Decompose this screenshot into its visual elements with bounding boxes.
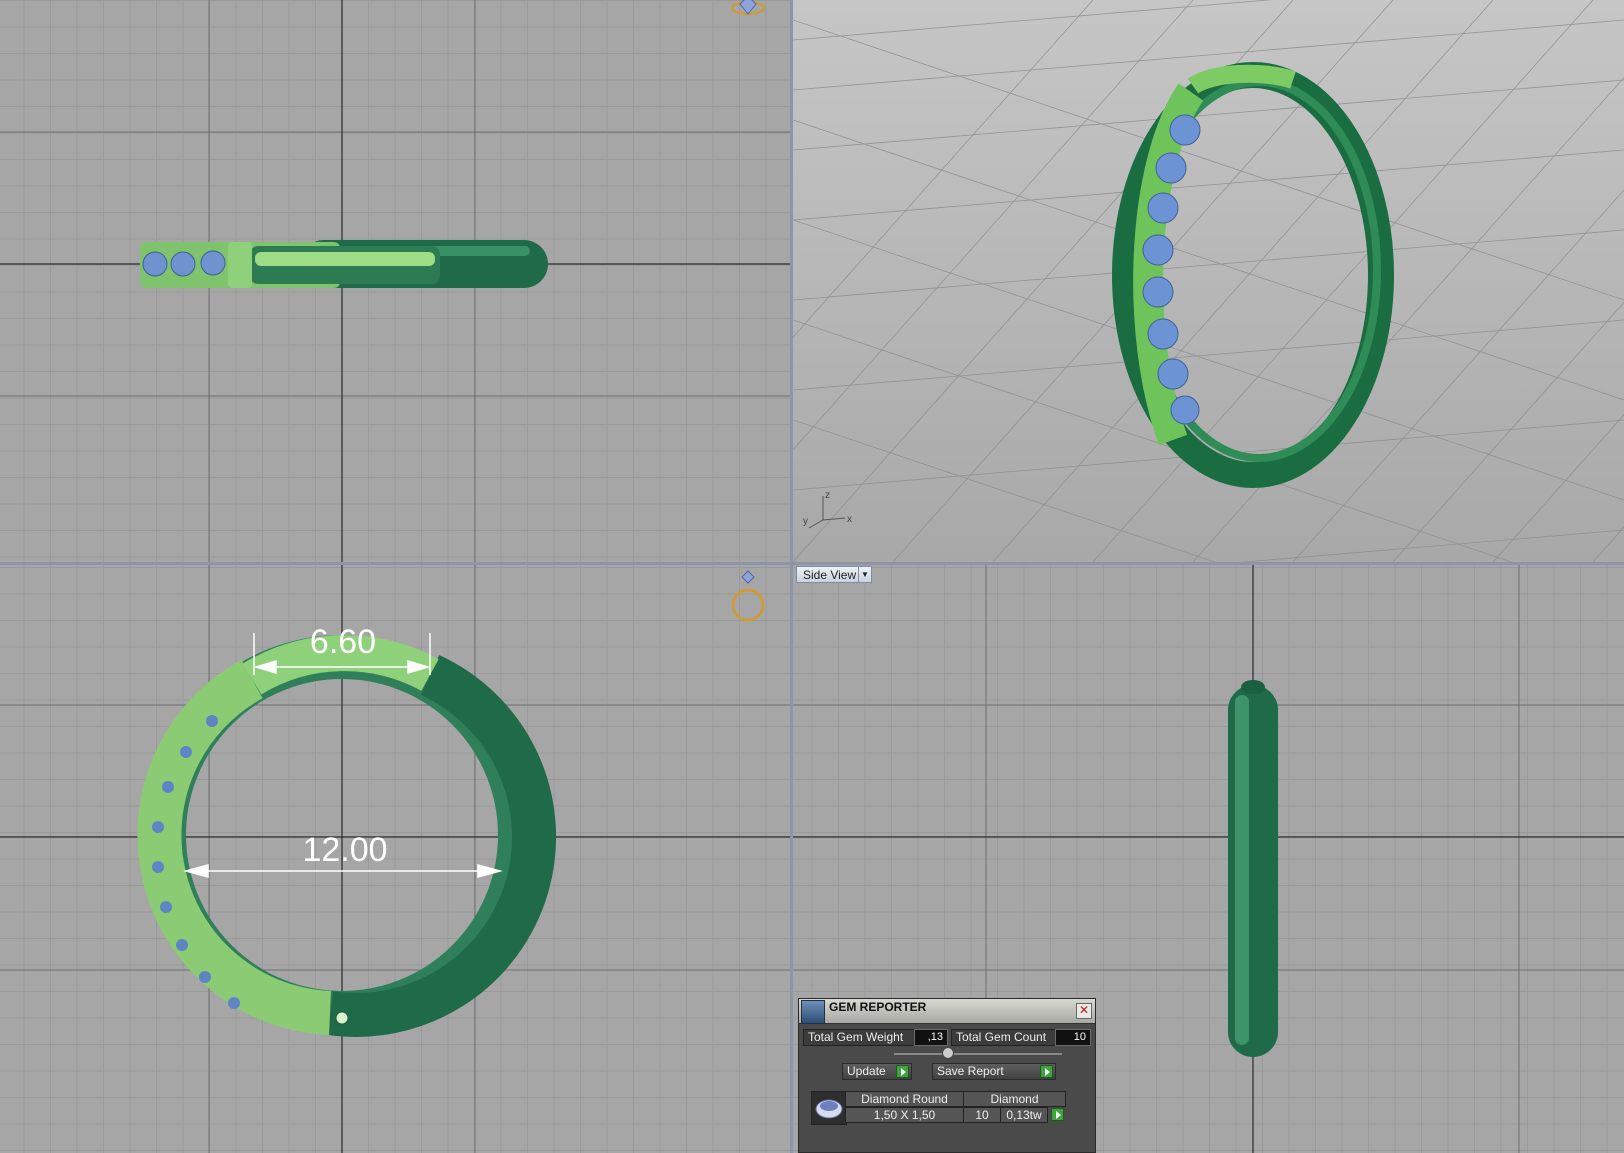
perspective-viewport[interactable]: z x y — [793, 0, 1624, 562]
update-button-label: Update — [847, 1064, 886, 1078]
front-viewport-canvas: 6.60 12.00 — [0, 565, 790, 1153]
ring-top-view — [140, 240, 548, 288]
chevron-down-icon[interactable]: ▼ — [858, 567, 871, 582]
play-icon[interactable] — [1051, 1108, 1064, 1121]
dimension-top-width-label: 6.60 — [310, 623, 376, 661]
close-icon[interactable]: ✕ — [1076, 1003, 1092, 1019]
slider-handle[interactable] — [942, 1047, 954, 1059]
gem-reporter-icon — [801, 1000, 825, 1024]
axis-label-x: x — [847, 514, 852, 525]
top-viewport[interactable] — [0, 0, 790, 562]
gem-reporter-titlebar[interactable]: GEM REPORTER ✕ — [799, 999, 1095, 1024]
gem-thumbnail-icon[interactable] — [811, 1091, 847, 1125]
gem-count-cell: 10 — [963, 1107, 1001, 1123]
gem-list: Diamond Round Diamond 1,50 X 1,50 10 0,1… — [811, 1091, 1066, 1125]
perspective-viewport-canvas: z x y — [793, 0, 1624, 562]
view-selector-dropdown[interactable]: Side View ▼ — [796, 566, 872, 583]
axis-label-z: z — [825, 490, 830, 501]
gem-reporter-title: GEM REPORTER — [829, 1000, 927, 1014]
view-cube-icon — [731, 0, 765, 15]
gem-shape-cell: Diamond Round — [845, 1091, 964, 1107]
save-report-button-label: Save Report — [937, 1064, 1004, 1078]
save-report-button[interactable]: Save Report — [932, 1063, 1056, 1080]
total-gem-weight-label: Total Gem Weight — [803, 1029, 915, 1046]
play-icon — [1040, 1065, 1053, 1078]
total-gem-count-value: 10 — [1055, 1029, 1091, 1046]
gem-reporter-panel: GEM REPORTER ✕ Total Gem Weight ,13 Tota… — [798, 998, 1096, 1153]
play-icon — [896, 1065, 909, 1078]
update-button[interactable]: Update — [842, 1063, 912, 1080]
top-viewport-canvas — [0, 0, 790, 562]
view-selector-label: Side View — [803, 568, 857, 582]
dimension-inner-diameter-label: 12.00 — [302, 831, 387, 869]
total-gem-count-label: Total Gem Count — [951, 1029, 1056, 1046]
gem-material-cell: Diamond — [963, 1091, 1066, 1107]
slider-track — [894, 1053, 1062, 1055]
ring-side-view — [1228, 680, 1278, 1057]
ring-view-icon — [731, 570, 765, 622]
front-viewport[interactable]: 6.60 12.00 — [0, 565, 790, 1153]
axis-label-y: y — [803, 516, 808, 527]
gem-size-cell: 1,50 X 1,50 — [845, 1107, 964, 1123]
gem-weight-cell: 0,13tw — [1000, 1107, 1048, 1123]
total-gem-weight-value: ,13 — [914, 1029, 948, 1046]
